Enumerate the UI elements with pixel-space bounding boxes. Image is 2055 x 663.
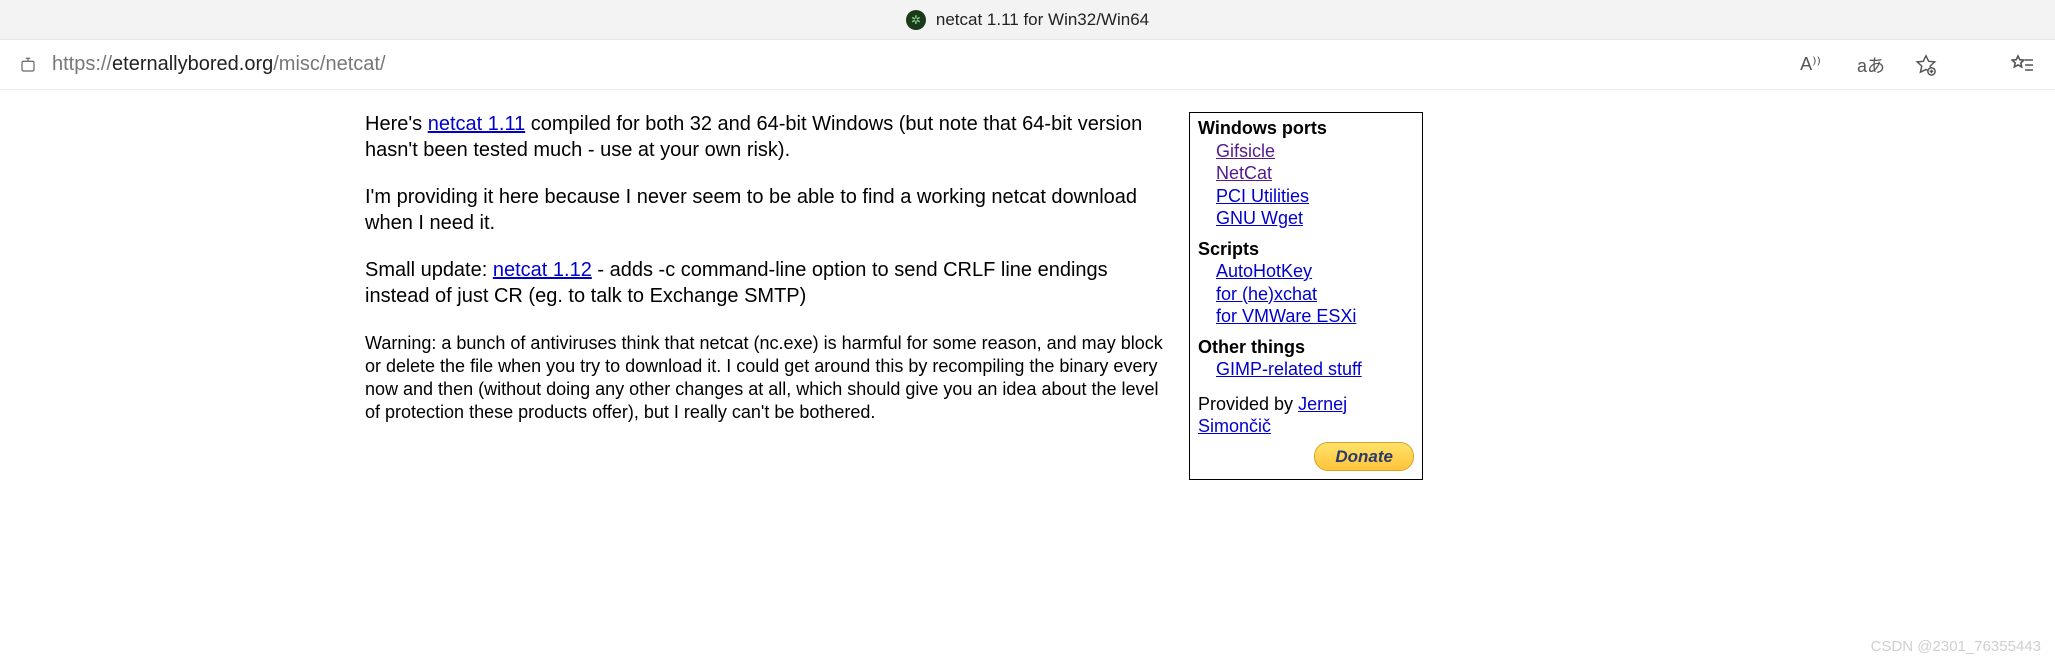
sidebar: Windows ports Gifsicle NetCat PCI Utilit… xyxy=(1189,112,1423,480)
sidebar-link-esxi[interactable]: for VMWare ESXi xyxy=(1216,306,1356,326)
toolbar-right: A⁾⁾ aあ xyxy=(1794,48,2047,82)
main-column: Here's netcat 1.11 compiled for both 32 … xyxy=(365,112,1175,424)
favicon-icon: ✲ xyxy=(906,10,926,30)
page-content: Here's netcat 1.11 compiled for both 32 … xyxy=(0,90,2055,480)
browser-tab[interactable]: ✲ netcat 1.11 for Win32/Win64 xyxy=(906,10,1149,30)
netcat-111-link[interactable]: netcat 1.11 xyxy=(428,113,525,135)
sidebar-link-gimp[interactable]: GIMP-related stuff xyxy=(1216,359,1362,379)
provided-by: Provided by Jernej Simončič xyxy=(1198,393,1414,438)
translate-icon[interactable]: aあ xyxy=(1851,48,1891,82)
sidebar-link-wget[interactable]: GNU Wget xyxy=(1216,208,1303,228)
url-host: eternallybored.org xyxy=(112,53,273,75)
browser-tab-bar: ✲ netcat 1.11 for Win32/Win64 xyxy=(0,0,2055,40)
sidebar-link-netcat[interactable]: NetCat xyxy=(1216,163,1272,183)
sidebar-link-hexchat[interactable]: for (he)xchat xyxy=(1216,284,1317,304)
intro-paragraph: Here's netcat 1.11 compiled for both 32 … xyxy=(365,112,1175,163)
watermark: CSDN @2301_76355443 xyxy=(1871,638,2041,655)
netcat-112-link[interactable]: netcat 1.12 xyxy=(493,259,592,281)
favorite-add-icon[interactable] xyxy=(1915,54,1937,76)
url-protocol: https:// xyxy=(52,53,112,75)
sidebar-link-ahk[interactable]: AutoHotKey xyxy=(1216,261,1312,281)
update-paragraph: Small update: netcat 1.12 - adds -c comm… xyxy=(365,258,1175,309)
sidebar-heading-ports: Windows ports xyxy=(1198,117,1414,140)
warning-paragraph: Warning: a bunch of antiviruses think th… xyxy=(365,332,1175,424)
read-aloud-icon[interactable]: A⁾⁾ xyxy=(1794,50,1827,79)
sidebar-link-gifsicle[interactable]: Gifsicle xyxy=(1216,141,1275,161)
favorites-list-icon[interactable] xyxy=(2011,53,2035,77)
sidebar-link-pci[interactable]: PCI Utilities xyxy=(1216,186,1309,206)
sidebar-heading-scripts: Scripts xyxy=(1198,238,1414,261)
donate-button[interactable]: Donate xyxy=(1314,442,1414,471)
tab-title: netcat 1.11 for Win32/Win64 xyxy=(936,10,1149,30)
address-bar: https://eternallybored.org/misc/netcat/ … xyxy=(0,40,2055,90)
url-display[interactable]: https://eternallybored.org/misc/netcat/ xyxy=(48,53,386,76)
reason-paragraph: I'm providing it here because I never se… xyxy=(365,185,1175,236)
site-info-icon[interactable] xyxy=(16,53,40,77)
sidebar-heading-other: Other things xyxy=(1198,336,1414,359)
url-path: /misc/netcat/ xyxy=(273,53,385,75)
